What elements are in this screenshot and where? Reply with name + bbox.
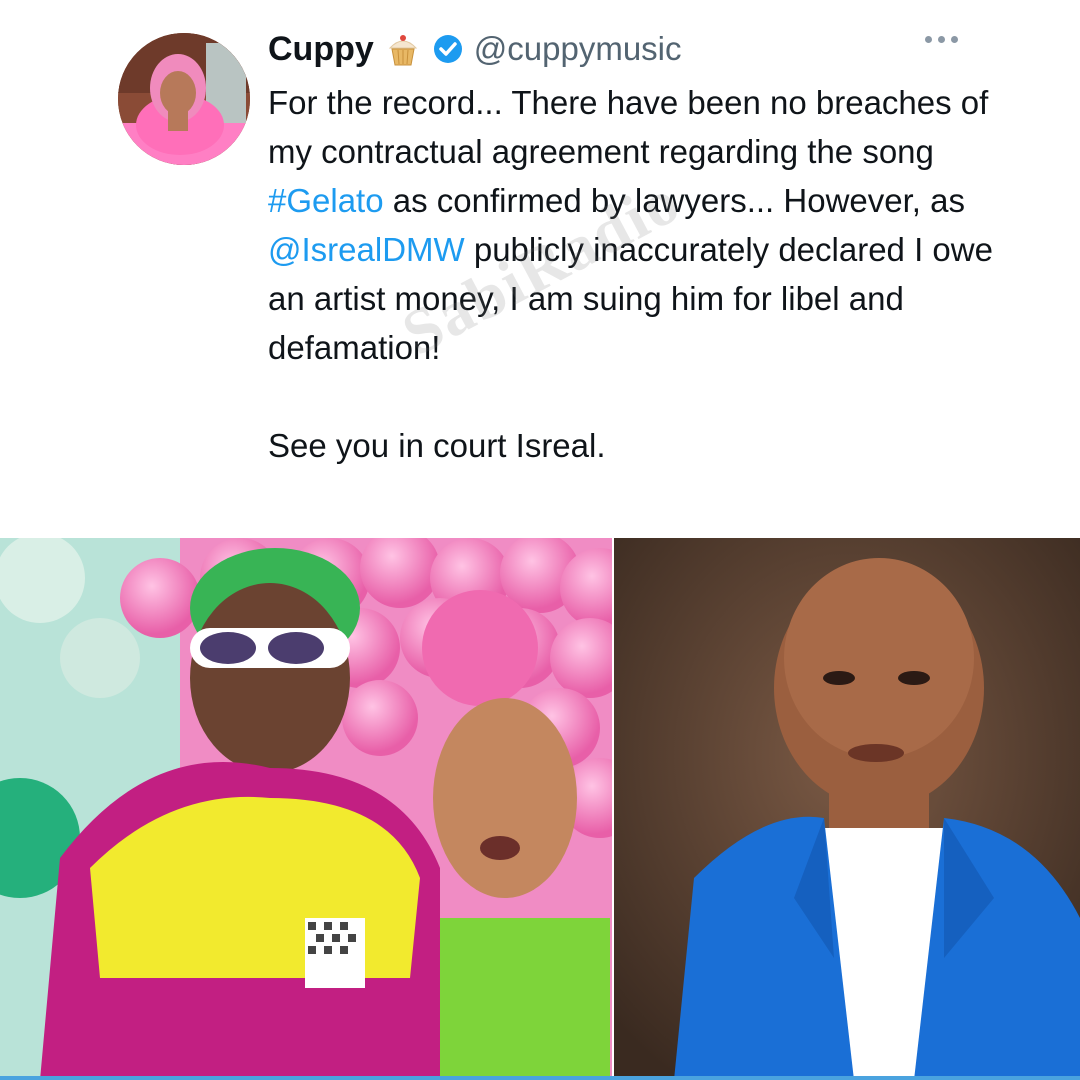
bottom-divider — [0, 1076, 1080, 1080]
display-name[interactable]: Cuppy — [268, 30, 374, 69]
cupcake-icon — [384, 30, 422, 68]
tweet-text: For the record... There have been no bre… — [268, 78, 1008, 470]
portrait-photo[interactable] — [614, 538, 1080, 1080]
mention-link[interactable]: @IsrealDMW — [268, 231, 465, 268]
music-video-still-photo[interactable] — [0, 538, 612, 1080]
author-avatar[interactable] — [118, 33, 250, 165]
author-handle[interactable]: @cuppymusic — [474, 30, 682, 68]
verified-badge-icon — [432, 33, 464, 65]
more-options-icon[interactable] — [925, 36, 958, 43]
hashtag-link[interactable]: #Gelato — [268, 182, 384, 219]
tweet-text-part1: For the record... There have been no bre… — [268, 84, 989, 170]
tweet-header: Cuppy @cuppymusic — [268, 24, 682, 74]
tweet-closing: See you in court Isreal. — [268, 427, 606, 464]
avatar-photo — [118, 33, 250, 165]
